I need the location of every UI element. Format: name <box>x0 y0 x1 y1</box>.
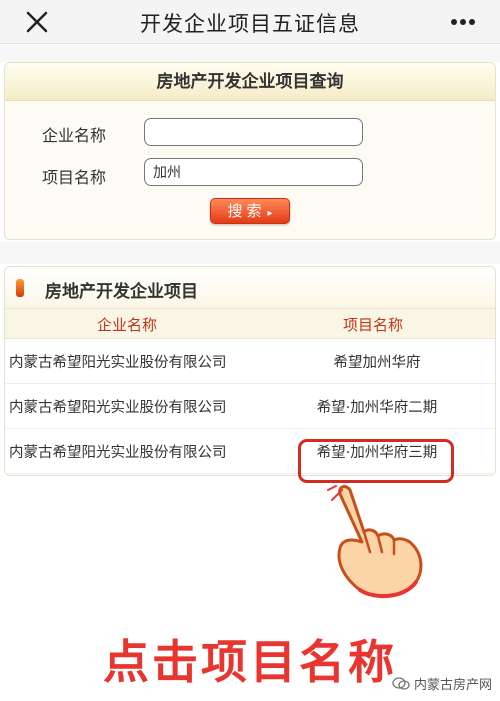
column-header-project: 项目名称 <box>343 316 404 334</box>
table-row[interactable]: 内蒙古希望阳光实业股份有限公司 希望加州华府 <box>5 339 495 384</box>
company-cell: 内蒙古希望阳光实业股份有限公司 <box>9 445 227 461</box>
project-link[interactable]: 希望·加州华府二期 <box>287 396 467 417</box>
search-button-label: 搜索 <box>227 202 266 220</box>
results-header: 房地产开发企业项目 <box>5 267 495 309</box>
project-name-input[interactable] <box>144 158 363 186</box>
highlight-box <box>298 439 454 483</box>
company-cell: 内蒙古希望阳光实业股份有限公司 <box>9 400 227 416</box>
project-name-label: 项目名称 <box>42 168 107 187</box>
watermark: 内蒙古房产网 <box>392 674 492 693</box>
watermark-text: 内蒙古房产网 <box>413 678 492 693</box>
play-arrow-icon: ▸ <box>267 208 273 219</box>
results-heading: 房地产开发企业项目 <box>45 282 198 302</box>
company-name-label: 企业名称 <box>42 126 107 145</box>
table-row[interactable]: 内蒙古希望阳光实业股份有限公司 希望·加州华府二期 <box>5 384 495 429</box>
column-header-company: 企业名称 <box>97 316 158 334</box>
project-link[interactable]: 希望加州华府 <box>287 351 467 372</box>
more-icon[interactable] <box>448 10 478 34</box>
pointing-hand-icon <box>327 485 423 599</box>
page-title: 开发企业项目五证信息 <box>140 12 360 36</box>
chat-bubble-icon <box>392 676 410 690</box>
query-heading: 房地产开发企业项目查询 <box>5 63 495 101</box>
spacer <box>0 45 500 62</box>
company-name-input[interactable] <box>144 118 363 146</box>
spacer <box>0 242 500 264</box>
table-header: 企业名称 项目名称 <box>5 309 495 339</box>
company-cell: 内蒙古希望阳光实业股份有限公司 <box>9 355 227 371</box>
section-marker-icon <box>16 279 24 297</box>
top-bar: 开发企业项目五证信息 <box>0 0 500 44</box>
search-button[interactable]: 搜索 ▸ <box>210 198 290 224</box>
